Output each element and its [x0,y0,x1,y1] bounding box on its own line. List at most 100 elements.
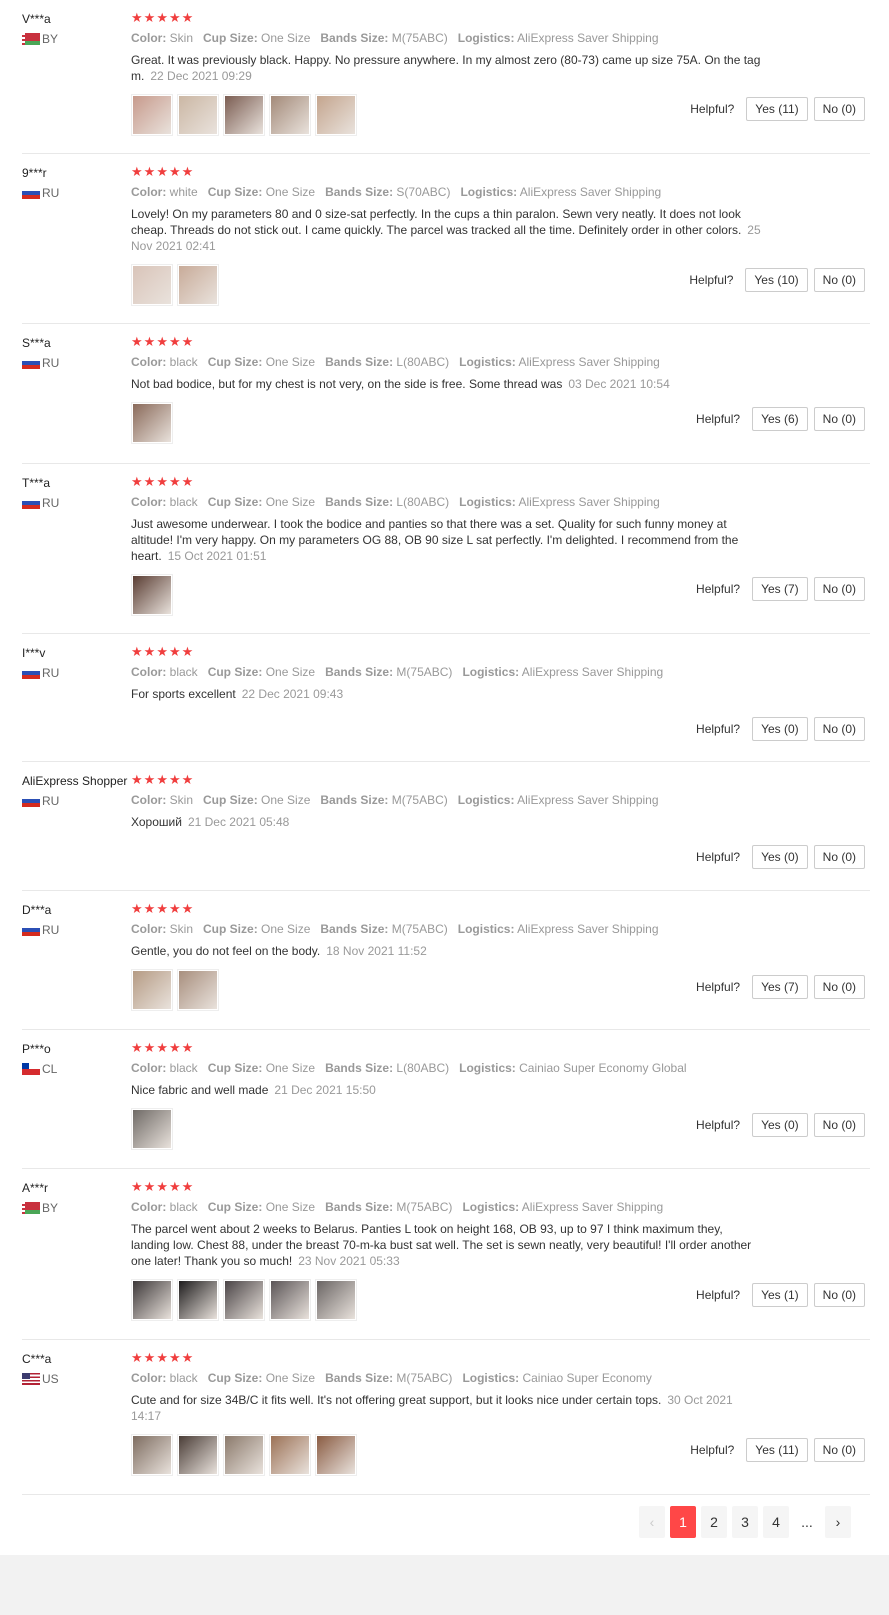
star-icon: ★ [131,1040,143,1055]
country-code: RU [42,496,60,510]
helpful-yes-button[interactable]: Yes (0) [752,717,808,741]
helpful-vote: Helpful? Yes (7) No (0) [696,975,865,999]
page-button-4[interactable]: 4 [763,1506,789,1538]
reviewer-country: RU [22,666,132,680]
reviewer-name: V***a [22,12,51,26]
country-flag-icon [22,1063,40,1075]
helpful-vote: Helpful? Yes (6) No (0) [696,407,865,431]
review-date: 21 Dec 2021 15:50 [274,1083,376,1097]
review-photo-image [133,96,171,134]
page-button-2[interactable]: 2 [701,1506,727,1538]
country-code: BY [42,32,59,46]
review-photo-image [225,1436,263,1474]
review-body: The parcel went about 2 weeks to Belarus… [131,1222,752,1268]
review-photo[interactable] [177,94,219,136]
helpful-yes-button[interactable]: Yes (7) [752,577,808,601]
review-photo[interactable] [223,1434,265,1476]
review-photo[interactable] [315,1279,357,1321]
star-icon: ★ [181,1350,194,1365]
color-label: Color: [131,793,167,807]
star-icon: ★ [156,901,168,916]
review-content: ★ ★ ★ ★ ★ Color: black Cup Size: One Size Bands… [131,1351,761,1476]
helpful-no-button[interactable]: No (0) [813,268,865,292]
next-page-button[interactable]: › [825,1506,851,1538]
logistics-label: Logistics: [457,922,515,936]
page-button-3[interactable]: 3 [732,1506,758,1538]
helpful-yes-button[interactable]: Yes (0) [752,845,808,869]
helpful-no-button[interactable]: No (0) [813,407,865,431]
review-photo[interactable] [131,969,173,1011]
helpful-yes-button[interactable]: Yes (11) [746,1438,808,1462]
review-date: 22 Dec 2021 09:29 [150,69,252,83]
helpful-no-button[interactable]: No (0) [813,1113,865,1137]
review-body: Not bad bodice, but for my chest is not … [131,377,563,391]
review-body: Хороший [131,815,182,829]
helpful-yes-button[interactable]: Yes (7) [752,975,808,999]
review-photos [131,94,761,136]
cup-size-value: One Size [265,1061,316,1075]
review-photo[interactable] [269,94,311,136]
review-photo[interactable] [315,94,357,136]
helpful-yes-button[interactable]: Yes (10) [745,268,808,292]
review-photo[interactable] [223,94,265,136]
reviewer-name: A***r [22,1181,49,1195]
review-photo-image [133,404,171,442]
helpful-no-button[interactable]: No (0) [813,1283,865,1307]
star-icon: ★ [131,644,143,659]
review-photos [131,1108,761,1150]
review-photo[interactable] [131,1108,173,1150]
country-flag-icon [22,187,40,199]
review-photo[interactable] [131,94,173,136]
review-photo[interactable] [269,1434,311,1476]
helpful-no-button[interactable]: No (0) [813,975,865,999]
helpful-no-button[interactable]: No (0) [813,577,865,601]
helpful-no-button[interactable]: No (0) [813,845,865,869]
review-photo[interactable] [177,264,219,306]
review-photo[interactable] [131,574,173,616]
review-photo[interactable] [131,1279,173,1321]
review-photo[interactable] [177,1434,219,1476]
review-photo[interactable] [223,1279,265,1321]
reviewer-name: 9***r [22,166,47,180]
helpful-no-button[interactable]: No (0) [813,97,865,121]
review-photo[interactable] [177,969,219,1011]
helpful-yes-button[interactable]: Yes (6) [752,407,808,431]
review-photo[interactable] [315,1434,357,1476]
review-text: Gentle, you do not feel on the body. 18 N… [131,943,761,959]
review-photo-image [179,96,217,134]
review-content: ★ ★ ★ ★ ★ Color: Skin Cup Size: One Size Bands … [131,11,761,136]
review-photo[interactable] [131,402,173,444]
review-content: ★ ★ ★ ★ ★ Color: black Cup Size: One Size Bands… [131,1041,761,1150]
product-attributes: Color: black Cup Size: One Size Bands Size… [131,664,761,680]
color-label: Color: [131,665,167,679]
review-body: Cute and for size 34B/C it fits well. It… [131,1393,662,1407]
review-text: Cute and for size 34B/C it fits well. It… [131,1392,761,1424]
star-icon: ★ [168,474,181,489]
review-photo[interactable] [269,1279,311,1321]
helpful-vote: Helpful? Yes (0) No (0) [696,717,865,741]
review-photo[interactable] [131,264,173,306]
page-button-1[interactable]: 1 [670,1506,696,1538]
prev-page-button[interactable]: ‹ [639,1506,665,1538]
review-photo[interactable] [131,1434,173,1476]
review-photos [131,574,761,616]
helpful-yes-button[interactable]: Yes (1) [752,1283,808,1307]
bands-size-label: Bands Size: [325,355,394,369]
country-flag-icon [22,924,40,936]
logistics-value: AliExpress Saver Shipping [518,355,660,369]
star-icon: ★ [131,901,143,916]
star-icon: ★ [181,474,194,489]
color-value: black [169,495,198,509]
review-photo[interactable] [177,1279,219,1321]
review-date: 22 Dec 2021 09:43 [241,687,344,701]
product-attributes: Color: black Cup Size: One Size Bands Size… [131,494,761,510]
helpful-no-button[interactable]: No (0) [813,717,865,741]
reviewer-info: T***a RU [22,475,132,510]
country-flag-icon [22,667,40,679]
product-attributes: Color: Skin Cup Size: One Size Bands Size:… [131,792,761,808]
helpful-yes-button[interactable]: Yes (0) [752,1113,808,1137]
star-rating: ★ ★ ★ ★ ★ [131,1041,761,1055]
helpful-no-button[interactable]: No (0) [813,1438,865,1462]
helpful-yes-button[interactable]: Yes (11) [746,97,808,121]
product-attributes: Color: black Cup Size: One Size Bands Size… [131,1199,761,1215]
